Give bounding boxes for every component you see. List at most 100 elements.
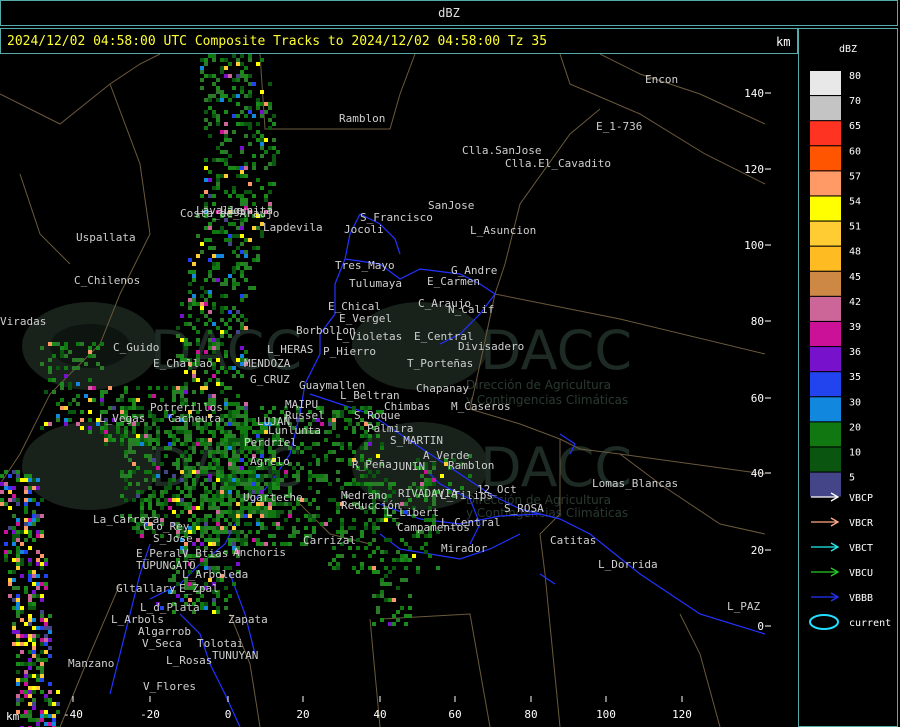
legend-panel: dBZ 80 70 65 60 57 54 51 48 45 42 39 36 35 30 20 10 5 VBC… — [798, 28, 898, 727]
scale-label: 5 — [849, 473, 855, 484]
place-label: Tulumaya — [349, 277, 402, 290]
place-label: V_Flores — [143, 680, 196, 693]
place-label: Lomas_Blancas — [592, 477, 678, 490]
scale-label: 60 — [849, 146, 861, 157]
scale-swatch — [810, 372, 841, 397]
x-tick-label: 120 — [672, 708, 692, 721]
color-scale: 80 70 65 60 57 54 51 48 45 42 39 36 35 30 20 10 5 VBCP VBC… — [809, 71, 891, 630]
scale-swatch — [810, 96, 841, 121]
place-label: Ramblon — [339, 112, 385, 125]
place-label: L_Dorrida — [598, 558, 658, 571]
scale-swatch — [810, 221, 841, 246]
place-label: Catitas — [550, 534, 596, 547]
place-label: G_CRUZ — [250, 373, 290, 386]
x-tick-label: 40 — [373, 708, 386, 721]
place-label: T_Porteñas — [407, 357, 473, 370]
scale-label: 36 — [849, 347, 861, 358]
place-label: Encon — [645, 73, 678, 86]
place-label: Cacheuta — [168, 412, 221, 425]
y-tick-label: 20 — [751, 544, 764, 557]
place-label: MENDOZA — [244, 357, 291, 370]
scale-swatch — [810, 472, 841, 497]
km-unit-top: km — [776, 35, 791, 49]
place-label: Ugarteche — [243, 491, 303, 504]
scale-label: 10 — [849, 448, 861, 459]
place-label: Campamentos — [397, 521, 470, 534]
title-bar: 2024/12/02 04:58:00 UTC Composite Tracks… — [0, 28, 798, 54]
place-label: Chapanay — [416, 382, 469, 395]
place-label: E_Challao — [153, 357, 213, 370]
place-label: Ramblon — [448, 459, 494, 472]
place-label: L_Tilips — [440, 489, 493, 502]
product-label: dBZ — [438, 6, 460, 20]
place-label: L_Arboleda — [182, 568, 248, 581]
scale-label: 57 — [849, 171, 861, 182]
x-tick-label: 0 — [225, 708, 232, 721]
place-label: L_Violetas — [336, 330, 402, 343]
place-label: E_1-736 — [596, 120, 642, 133]
place-label: N_Calif — [448, 303, 494, 316]
place-label: L_Vegas — [99, 412, 145, 425]
y-tick-label: 0 — [757, 620, 764, 633]
scale-label: 42 — [849, 297, 861, 308]
scale-swatch — [810, 71, 841, 95]
place-label: Uspallata — [76, 231, 136, 244]
place-label: L_Rosas — [166, 654, 212, 667]
scale-label: 80 — [849, 71, 861, 82]
scale-swatch — [810, 422, 841, 447]
x-axis-unit: km — [6, 710, 20, 723]
scale-swatch — [810, 246, 841, 271]
x-tick-label: 100 — [596, 708, 616, 721]
track-title: 2024/12/02 04:58:00 UTC Composite Tracks… — [7, 34, 548, 49]
scale-label: 51 — [849, 222, 861, 233]
scale-swatch — [810, 397, 841, 422]
legend-label: VBCR — [849, 518, 874, 529]
scale-swatch — [810, 296, 841, 321]
place-label: Mirador — [441, 542, 488, 555]
radar-map[interactable]: DACC DACC Dirección de Agricultura y Con… — [0, 54, 798, 727]
y-tick-label: 80 — [751, 315, 764, 328]
x-tick-label: -20 — [140, 708, 160, 721]
legend-label: VBBB — [849, 593, 873, 604]
place-label: Viradas — [0, 315, 46, 328]
place-label: TUNUYAN — [212, 649, 258, 662]
place-label: L_PAZ — [727, 600, 760, 613]
place-label: L_Asuncion — [470, 224, 536, 237]
place-label: Divisadero — [458, 340, 524, 353]
scale-label: 48 — [849, 247, 861, 258]
scale-swatch — [810, 171, 841, 196]
place-label: Anchoris — [233, 546, 286, 559]
legend-label: VBCT — [849, 543, 873, 554]
x-tick-label: 80 — [524, 708, 537, 721]
place-label: SanJose — [428, 199, 474, 212]
legend-label: VBCP — [849, 493, 873, 504]
product-header: dBZ — [0, 0, 898, 26]
scale-label: 54 — [849, 197, 861, 208]
scale-label: 65 — [849, 121, 861, 132]
place-label: Perdriel — [244, 436, 297, 449]
scale-swatch — [810, 322, 841, 346]
place-label: Jocoli — [344, 223, 384, 236]
scale-label: 20 — [849, 422, 861, 433]
x-tick-label: -40 — [63, 708, 83, 721]
y-tick-label: 40 — [751, 467, 764, 480]
x-tick-label: 60 — [448, 708, 461, 721]
place-label: Gltallary — [116, 582, 176, 595]
place-label: Zapata — [228, 613, 268, 626]
scale-swatch — [810, 196, 841, 221]
place-label: Clla.El_Cavadito — [505, 157, 611, 170]
y-tick-label: 120 — [744, 163, 764, 176]
place-label: Lagunita — [220, 204, 273, 217]
place-label: S_Jose — [153, 532, 193, 545]
scale-label: 35 — [849, 372, 861, 383]
watermark-subtitle-1: Dirección de Agricultura — [466, 378, 611, 392]
scale-swatch — [810, 121, 841, 146]
place-label: S_ROSA — [504, 502, 544, 515]
scale-swatch — [810, 271, 841, 296]
place-label: R_Peña — [352, 458, 392, 471]
x-tick-label: 20 — [296, 708, 309, 721]
place-label: Tres_Mayo — [335, 259, 395, 272]
scale-swatch — [810, 447, 841, 472]
y-tick-label: 60 — [751, 392, 764, 405]
current-track-icon — [809, 614, 839, 630]
